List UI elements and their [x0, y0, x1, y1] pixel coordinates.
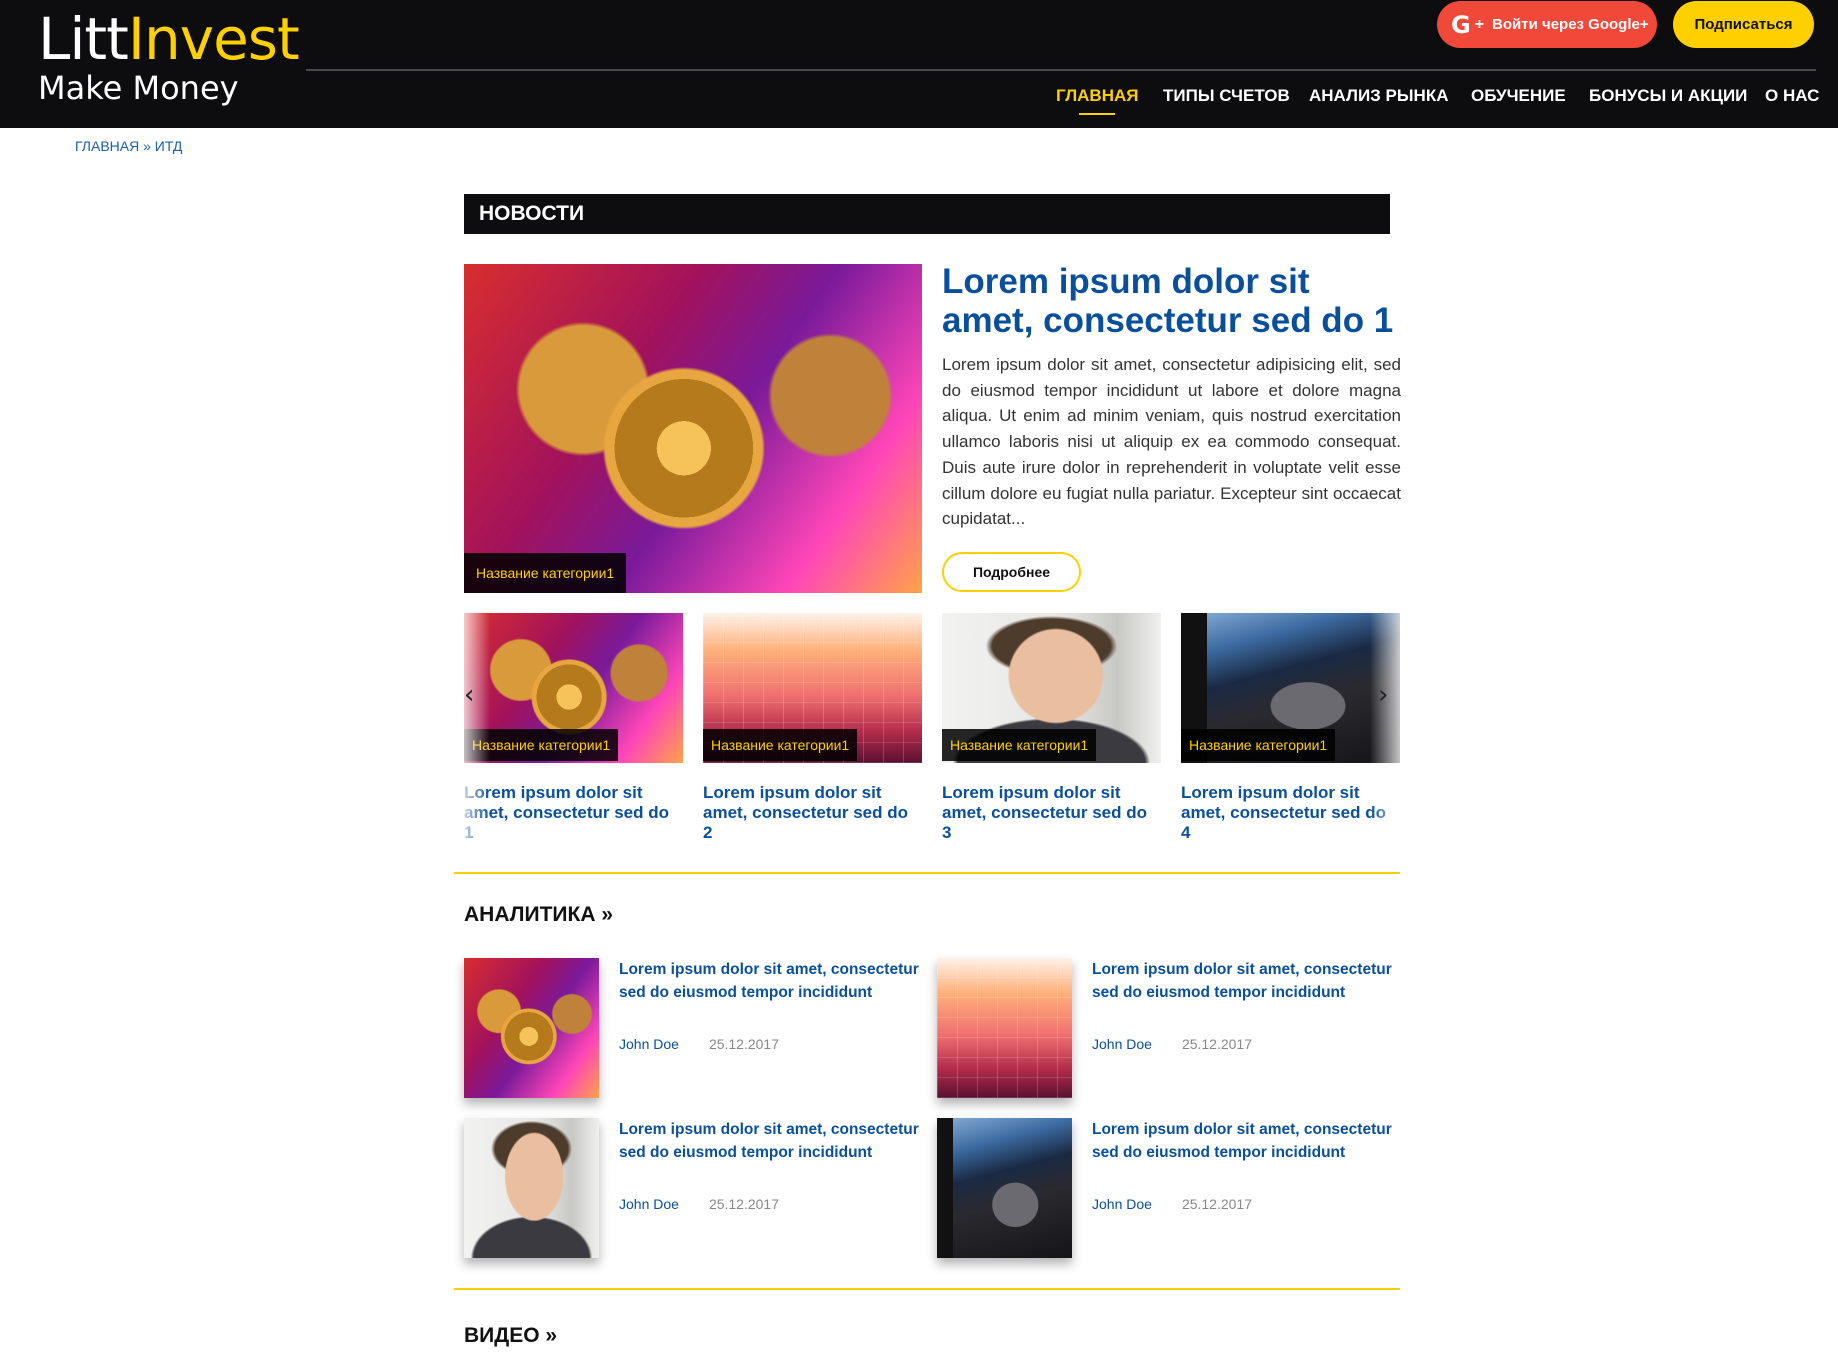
analytics-item-image-1[interactable]	[464, 958, 599, 1098]
post-date: 25.12.2017	[1181, 1196, 1253, 1212]
carousel-item-title-4[interactable]: Lorem ipsum dolor sit amet, consectetur …	[1181, 783, 1396, 843]
post-date: 25.12.2017	[708, 1036, 780, 1052]
carousel-item-image-1[interactable]: Название категории1	[464, 613, 683, 763]
read-more-button[interactable]: Подробнее	[942, 552, 1081, 592]
analytics-item-image-4[interactable]	[937, 1118, 1072, 1258]
post-date: 25.12.2017	[1181, 1036, 1253, 1052]
google-login-label: Войти через Google+	[1492, 16, 1649, 33]
analytics-item-title-1[interactable]: Lorem ipsum dolor sit amet, consectetur …	[619, 958, 929, 1004]
news-section-title: НОВОСТИ	[464, 194, 1390, 234]
author-name[interactable]: John Doe	[1092, 1036, 1152, 1052]
carousel-item-title-1[interactable]: Lorem ipsum dolor sit amet, consectetur …	[464, 783, 679, 843]
post-date: 25.12.2017	[708, 1196, 780, 1212]
logo-word-invest: Invest	[127, 5, 300, 73]
chevron-left-icon[interactable]: ‹	[464, 680, 474, 710]
main-nav: ГЛАВНАЯ ТИПЫ СЧЕТОВ АНАЛИЗ РЫНКА ОБУЧЕНИ…	[0, 86, 1838, 116]
analytics-item-meta-4: John Doe 25.12.2017	[1092, 1196, 1252, 1212]
nav-item-account-types[interactable]: ТИПЫ СЧЕТОВ	[1163, 86, 1290, 106]
featured-news-image[interactable]: Название категории1	[464, 264, 922, 593]
section-divider-news	[454, 872, 1400, 874]
analytics-item-image-2[interactable]	[937, 958, 1072, 1098]
analytics-item-title-3[interactable]: Lorem ipsum dolor sit amet, consectetur …	[619, 1118, 929, 1164]
nav-item-about[interactable]: О НАС	[1765, 86, 1819, 106]
carousel-item-image-3[interactable]: Название категории1	[942, 613, 1161, 763]
site-header: LittInvest Make Money G + Войти через Go…	[0, 0, 1838, 128]
logo-wordmark: LittInvest	[38, 5, 300, 73]
author-name[interactable]: John Doe	[1092, 1196, 1152, 1212]
analytics-item-meta-3: John Doe 25.12.2017	[619, 1196, 779, 1212]
carousel-fade-left	[464, 612, 490, 842]
nav-item-education[interactable]: ОБУЧЕНИЕ	[1471, 86, 1566, 106]
carousel-item-image-4[interactable]: Название категории1	[1181, 613, 1400, 763]
analytics-item-meta-1: John Doe 25.12.2017	[619, 1036, 779, 1052]
featured-news-title[interactable]: Lorem ipsum dolor sit amet, consectetur …	[942, 262, 1402, 340]
carousel-category-label[interactable]: Название категории1	[942, 729, 1097, 761]
google-plus-icon: +	[1474, 15, 1485, 33]
subscribe-button[interactable]: Подписаться	[1673, 1, 1814, 48]
featured-category-label[interactable]: Название категории1	[464, 553, 627, 593]
video-section-title[interactable]: ВИДЕО »	[464, 1324, 557, 1348]
author-name[interactable]: John Doe	[619, 1196, 679, 1212]
featured-news-text: Lorem ipsum dolor sit amet, consectetur …	[942, 355, 1401, 529]
analytics-item-title-4[interactable]: Lorem ipsum dolor sit amet, consectetur …	[1092, 1118, 1402, 1164]
carousel-category-label[interactable]: Название категории1	[1181, 729, 1336, 761]
carousel-item-title-3[interactable]: Lorem ipsum dolor sit amet, consectetur …	[942, 783, 1157, 843]
author-name[interactable]: John Doe	[619, 1036, 679, 1052]
google-g-icon: G	[1451, 10, 1471, 39]
analytics-item-title-2[interactable]: Lorem ipsum dolor sit amet, consectetur …	[1092, 958, 1402, 1004]
header-divider	[306, 69, 1816, 71]
nav-item-bonuses[interactable]: БОНУСЫ И АКЦИИ	[1589, 86, 1747, 106]
nav-item-market-analysis[interactable]: АНАЛИЗ РЫНКА	[1309, 86, 1448, 106]
carousel-fade-right	[1370, 612, 1400, 842]
carousel-category-label[interactable]: Название категории1	[703, 729, 858, 761]
analytics-section-title[interactable]: АНАЛИТИКА »	[464, 903, 613, 927]
analytics-item-meta-2: John Doe 25.12.2017	[1092, 1036, 1252, 1052]
breadcrumb[interactable]: ГЛАВНАЯ » ИТД	[75, 138, 182, 154]
chevron-right-icon[interactable]: ›	[1378, 680, 1388, 710]
carousel-item-title-2[interactable]: Lorem ipsum dolor sit amet, consectetur …	[703, 783, 918, 843]
carousel-item-image-2[interactable]: Название категории1	[703, 613, 922, 763]
nav-item-home[interactable]: ГЛАВНАЯ	[1056, 86, 1138, 115]
logo-word-litt: Litt	[38, 5, 129, 73]
section-divider-analytics	[454, 1288, 1400, 1290]
analytics-item-image-3[interactable]	[464, 1118, 599, 1258]
google-login-button[interactable]: G + Войти через Google+	[1437, 1, 1657, 48]
